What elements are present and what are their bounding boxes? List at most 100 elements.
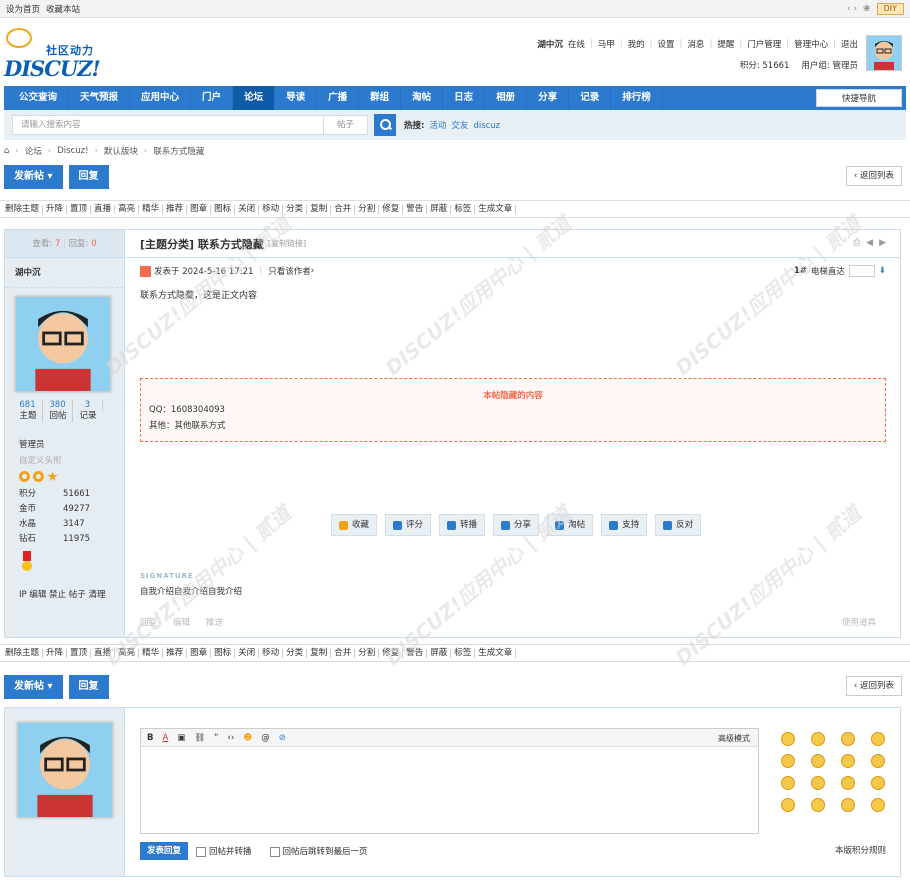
mod-tool-link[interactable]: 分类 [283, 204, 308, 214]
oppose-button[interactable]: 反对 [655, 514, 702, 536]
smiley-icon[interactable] [781, 754, 795, 768]
only-author-link[interactable]: 只看该作者 [268, 265, 311, 277]
switch-width-icon[interactable]: ‹ › [847, 4, 857, 14]
back-to-list-button[interactable]: ‹ 返回列表 [845, 676, 902, 696]
smiley-icon[interactable] [811, 732, 825, 746]
nav-item[interactable]: 淘帖 [401, 86, 444, 110]
medal-icon[interactable] [21, 551, 33, 573]
mod-tool-link[interactable]: 标签 [451, 204, 476, 214]
menu-item[interactable]: 我的 [628, 38, 645, 50]
nav-item[interactable]: 分享 [527, 86, 570, 110]
mod-tool-link[interactable]: 生成文章 [475, 204, 517, 214]
smiley-icon[interactable] [841, 776, 855, 790]
discuz-logo[interactable]: 社区动力 DISCUZ! [4, 28, 114, 82]
username-link[interactable]: 湖中沉 [537, 38, 563, 50]
mod-tool-link[interactable]: 合并 [331, 648, 356, 658]
nav-item[interactable]: 应用中心 [130, 86, 192, 110]
mod-tool-link[interactable]: 图章 [187, 648, 212, 658]
submit-reply-button[interactable]: 发表回复 [140, 842, 189, 860]
push-link[interactable]: 推送 [206, 616, 223, 628]
smiley-icon[interactable] [811, 776, 825, 790]
nav-item[interactable]: 排行榜 [611, 86, 663, 110]
hot-link[interactable]: 活动 [429, 121, 446, 131]
author-role[interactable]: 管理员 [19, 438, 124, 450]
nav-item[interactable]: 广播 [317, 86, 360, 110]
floor-input[interactable] [848, 265, 875, 277]
font-color-icon[interactable]: A [162, 733, 168, 743]
smiley-icon[interactable] [781, 798, 795, 812]
nav-item[interactable]: 门户 [191, 86, 234, 110]
nav-item[interactable]: 记录 [569, 86, 612, 110]
menu-item[interactable]: 马甲 [598, 38, 615, 50]
nav-item[interactable]: 公交查询 [8, 86, 70, 110]
smiley-icon[interactable] [781, 732, 795, 746]
mod-tool-link[interactable]: 图标 [211, 648, 236, 658]
mod-tool-link[interactable]: 置顶 [67, 648, 92, 658]
favorite-button[interactable]: 收藏 [331, 514, 378, 536]
new-post-button[interactable]: 发新帖 ▾ [4, 675, 63, 699]
mod-tool-link[interactable]: 精华 [139, 648, 164, 658]
nav-item[interactable]: 导读 [275, 86, 318, 110]
author-avatar[interactable] [15, 296, 111, 392]
mod-tool-link[interactable]: 高亮 [115, 204, 140, 214]
at-icon[interactable]: @ [261, 733, 270, 743]
smiley-icon[interactable] [811, 798, 825, 812]
smiley-icon[interactable] [841, 798, 855, 812]
skin-icon[interactable]: ❀ [863, 4, 871, 14]
code-icon[interactable]: ‹› [228, 733, 235, 743]
hot-link[interactable]: discuz [473, 121, 500, 131]
smiley-icon[interactable] [871, 776, 885, 790]
threads-count[interactable]: 681 [13, 400, 43, 411]
bold-icon[interactable]: B [147, 733, 153, 743]
menu-item[interactable]: 门户管理 [747, 38, 781, 50]
new-post-button[interactable]: 发新帖 ▾ [4, 165, 63, 189]
mod-tool-link[interactable]: 合并 [331, 204, 356, 214]
bookmark-link[interactable]: 收藏本站 [46, 5, 80, 15]
reply-button[interactable]: 回复 [68, 675, 109, 699]
mod-tool-link[interactable]: 图章 [187, 204, 212, 214]
mod-tool-link[interactable]: 分割 [355, 648, 380, 658]
posts-count[interactable]: 380 [43, 400, 73, 411]
mod-tool-link[interactable]: 分类 [283, 648, 308, 658]
points-menu[interactable]: 积分: 51661 [740, 59, 790, 71]
mod-tool-link[interactable]: 升降 [43, 648, 68, 658]
rate-button[interactable]: 评分 [385, 514, 432, 536]
nav-item[interactable]: 天气预报 [69, 86, 131, 110]
mod-tool-link[interactable]: 推荐 [163, 204, 188, 214]
mod-tool-link[interactable]: 推荐 [163, 648, 188, 658]
logout-link[interactable]: 退出 [841, 38, 858, 50]
broadcast-button[interactable]: 转播 [439, 514, 486, 536]
smiley-icon[interactable]: ☻ [243, 733, 252, 743]
mod-tool-link[interactable]: 移动 [259, 648, 284, 658]
smiley-icon[interactable] [871, 754, 885, 768]
menu-item[interactable]: 消息 [687, 38, 704, 50]
smiley-icon[interactable] [871, 732, 885, 746]
mod-tool-link[interactable]: 关闭 [235, 204, 260, 214]
avatar[interactable] [866, 35, 902, 71]
menu-item[interactable]: 设置 [658, 38, 675, 50]
back-to-list-button[interactable]: ‹ 返回列表 [845, 166, 902, 186]
mod-tool-link[interactable]: 分割 [355, 204, 380, 214]
use-tool-link[interactable]: 使用道具 [842, 616, 876, 628]
go-floor-icon[interactable]: ⬇ [879, 266, 886, 276]
smiley-icon[interactable] [781, 776, 795, 790]
smiley-icon[interactable] [871, 798, 885, 812]
set-home-link[interactable]: 设为首页 [6, 5, 40, 15]
support-button[interactable]: 支持 [601, 514, 648, 536]
mod-tool-link[interactable]: 图标 [211, 204, 236, 214]
quick-nav-button[interactable]: 快捷导航 [816, 89, 902, 107]
credit-rules-link[interactable]: 本版积分规则 [835, 844, 886, 856]
mod-tool-link[interactable]: 删除主题 [2, 648, 44, 658]
nav-item[interactable]: 群组 [359, 86, 402, 110]
image-icon[interactable]: ▣ [177, 733, 185, 743]
link-icon[interactable]: ⛓ [194, 733, 205, 743]
nav-item-forum[interactable]: 论坛 [233, 86, 276, 110]
mod-tool-link[interactable]: 屏蔽 [427, 204, 452, 214]
reply-button[interactable]: 回复 [68, 165, 109, 189]
records-count[interactable]: 3 [73, 400, 103, 411]
smiley-icon[interactable] [811, 754, 825, 768]
quote-icon[interactable]: “ [214, 733, 218, 743]
advanced-mode-link[interactable]: 高级模式 [718, 733, 750, 744]
admin-links[interactable]: IP 编辑 禁止 帖子 清理 [19, 588, 124, 600]
diy-button[interactable]: DIY [876, 2, 904, 15]
